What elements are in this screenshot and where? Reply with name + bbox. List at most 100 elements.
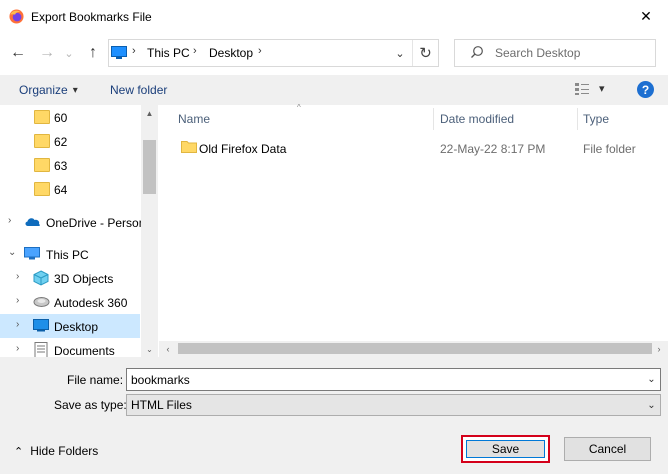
hide-folders-label: Hide Folders [30,444,99,458]
tree-item-62[interactable]: 62 [0,129,140,153]
column-header-date-modified[interactable]: Date modified [440,112,514,126]
chevron-right-icon[interactable]: › [16,295,19,306]
save-button[interactable]: Save [461,435,550,463]
horizontal-scroll-thumb[interactable] [178,343,652,354]
folder-icon [34,158,50,172]
tree-item-label: 62 [54,135,68,149]
save-as-type-dropdown-button[interactable]: ⌄ [644,396,659,414]
column-header-name[interactable]: Name [178,112,210,126]
breadcrumb-desktop[interactable]: Desktop [209,46,253,60]
forward-button[interactable]: → [36,42,58,64]
view-options-icon[interactable] [574,82,590,96]
arrow-up-icon: ↑ [89,44,97,61]
help-button[interactable]: ? [637,81,654,98]
tree-item-autodesk-360[interactable]: › Autodesk 360 [0,290,140,314]
save-button-face[interactable]: Save [466,440,545,458]
folder-icon [34,110,50,124]
this-pc-icon [24,247,40,261]
arrow-right-icon: → [39,44,55,61]
window-title: Export Bookmarks File [31,10,152,24]
breadcrumb-this-pc[interactable]: This PC [147,46,190,60]
chevron-right-icon[interactable]: › [16,271,19,282]
file-type-cell: File folder [583,142,636,156]
file-name-dropdown-button[interactable]: ⌄ [644,370,659,389]
back-button[interactable]: ← [7,42,29,64]
chevron-right-icon[interactable]: › [193,45,197,57]
nav-scroll-thumb[interactable] [143,140,156,194]
scroll-up-arrow-icon[interactable]: ▲ [141,106,158,120]
tree-item-label: 3D Objects [54,272,114,286]
tree-item-label: Desktop [54,320,99,334]
cancel-button-label: Cancel [588,442,627,456]
tree-item-label: 63 [54,159,68,173]
chevron-up-icon: ⌃ [14,445,24,458]
scroll-right-arrow-icon[interactable]: › [651,342,667,356]
column-divider[interactable] [577,108,578,130]
chevron-down-icon: ⌄ [395,47,405,60]
tree-item-desktop[interactable]: › Desktop [0,314,140,338]
organize-label: Organize [19,83,68,97]
arrow-left-icon: ← [10,44,26,61]
chevron-right-icon[interactable]: › [16,343,19,354]
3d-objects-icon [33,270,49,286]
recent-locations-button[interactable]: ⌄ [62,42,76,64]
save-as-type-label: Save as type: [54,398,127,412]
tree-item-label: This PC [46,248,89,262]
navigation-pane: 60 62 63 64 › OneDrive - Person ⌄ This P… [0,105,158,357]
tree-item-this-pc[interactable]: ⌄ This PC [0,242,140,266]
organize-button[interactable]: Organize ▾ [19,83,78,97]
close-button[interactable]: ✕ [624,0,668,33]
file-name-label: File name: [67,373,124,387]
tree-item-label: Documents [54,344,115,357]
hide-folders-button[interactable]: ⌃ Hide Folders [14,444,98,458]
command-bar [0,75,668,105]
chevron-right-icon[interactable]: › [258,45,262,57]
scroll-down-arrow-icon[interactable]: ⌄ [141,342,158,356]
desktop-icon [33,319,49,333]
tree-item-label: Autodesk 360 [54,296,128,310]
firefox-icon [9,9,24,24]
tree-item-64[interactable]: 64 [0,177,140,201]
column-header-type[interactable]: Type [583,112,609,126]
sort-ascending-icon: ^ [297,103,301,112]
caret-down-icon[interactable]: ▾ [599,82,605,95]
column-divider[interactable] [433,108,434,130]
save-as-type-select[interactable]: HTML Files [126,394,661,416]
search-placeholder: Search Desktop [495,46,581,60]
refresh-button[interactable]: ↻ [412,40,438,66]
folder-icon [34,182,50,196]
close-icon: ✕ [640,8,652,24]
save-button-label: Save [491,442,520,456]
tree-item-documents[interactable]: › Documents [0,338,140,357]
file-name-input[interactable] [126,368,661,391]
chevron-down-icon: ⌄ [647,399,656,411]
search-icon [470,45,484,59]
new-folder-button[interactable]: New folder [110,83,167,97]
caret-down-icon: ▾ [72,84,78,96]
save-as-type-value: HTML Files [131,398,192,412]
autodesk-icon [33,295,50,309]
tree-item-label: 60 [54,111,68,125]
address-dropdown-button[interactable]: ⌄ [390,40,410,66]
up-button[interactable]: ↑ [82,42,104,64]
chevron-right-icon[interactable]: › [8,215,11,226]
tree-item-3d-objects[interactable]: › 3D Objects [0,266,140,290]
tree-item-60[interactable]: 60 [0,105,140,129]
onedrive-icon [24,215,40,229]
tree-item-label: 64 [54,183,68,197]
tree-item-63[interactable]: 63 [0,153,140,177]
scroll-left-arrow-icon[interactable]: ‹ [160,342,176,356]
tree-item-onedrive[interactable]: › OneDrive - Person [0,210,145,234]
chevron-down-icon: ⌄ [64,47,74,60]
chevron-right-icon[interactable]: › [132,45,136,57]
chevron-down-icon: ⌄ [647,374,656,385]
folder-icon [34,134,50,148]
documents-icon [34,342,50,357]
file-name-cell[interactable]: Old Firefox Data [199,142,286,156]
cancel-button[interactable]: Cancel [564,437,651,461]
folder-icon [181,140,197,153]
chevron-right-icon[interactable]: › [16,319,19,330]
monitor-icon [111,46,127,59]
chevron-down-icon[interactable]: ⌄ [8,247,16,258]
tree-item-label: OneDrive - Person [46,216,146,230]
